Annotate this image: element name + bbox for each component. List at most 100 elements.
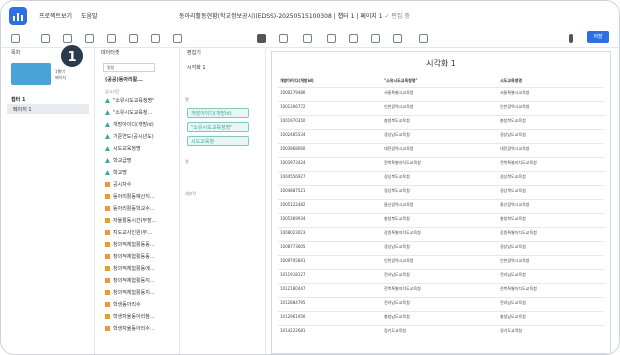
table-cell[interactable]: 전북특별자치도교육청 (384, 286, 421, 292)
field-item[interactable]: "소유시도교육청명" (105, 97, 154, 106)
table-cell[interactable]: 전라남도교육청 (500, 272, 526, 278)
table-cell[interactable]: 1001306772 (280, 104, 305, 109)
textbox-icon[interactable] (303, 34, 312, 43)
table-cell[interactable]: 1000279486 (280, 90, 305, 95)
document-title[interactable]: 동아리활동현황(학교정보공시)(EDSS)-20250515100308 (179, 13, 332, 20)
table-cell[interactable]: 충청남도교육청 (384, 314, 410, 320)
table-cell[interactable]: 충청북도교육청 (384, 216, 410, 222)
table-cell[interactable]: 전라남도교육청 (500, 300, 526, 306)
field-item[interactable]: 지도교사인원(부... (105, 229, 152, 238)
chapter-item[interactable]: 챕터 1 (11, 96, 25, 103)
table-cell[interactable]: 울산광역시교육청 (500, 202, 529, 208)
row-pill[interactable]: 시도교육청 (187, 136, 249, 146)
visualization-card[interactable]: 시각화 1 개방아이디(개방id) "소유시도교육청명" 시도교육청명 1000… (271, 51, 611, 354)
grid-icon[interactable] (349, 34, 358, 43)
table-cell[interactable]: 경상남도교육청 (384, 244, 410, 250)
table-cell[interactable]: 1004887521 (280, 188, 305, 193)
column-header[interactable]: "소유시도교육청명" (384, 78, 418, 84)
table-cell[interactable]: 대전광역시교육청 (384, 146, 413, 152)
window-icon[interactable] (419, 34, 428, 43)
table-cell[interactable]: 경상북도교육청 (500, 174, 526, 180)
field-item[interactable]: 기준연도(공시년도) (105, 133, 154, 142)
table-cell[interactable]: 전라남도교육청 (384, 272, 410, 278)
table-cell[interactable]: 인천광역시교육청 (500, 104, 529, 110)
field-item[interactable]: 학교명 (105, 169, 127, 178)
table-cell[interactable]: 1012961956 (280, 314, 305, 319)
table-cell[interactable]: 서울특별시교육청 (384, 90, 413, 96)
bar-chart-icon[interactable] (257, 34, 266, 43)
refresh-icon[interactable] (85, 34, 94, 43)
table-cell[interactable]: 경상북도교육청 (384, 188, 410, 194)
field-item[interactable]: 자율활동시간(부장... (105, 217, 157, 226)
table-cell[interactable]: 전북특별자치도교육청 (384, 160, 421, 166)
table-cell[interactable]: 인천광역시교육청 (500, 258, 529, 264)
table-cell[interactable]: 서울특별시교육청 (500, 90, 529, 96)
copy-icon[interactable] (129, 34, 138, 43)
table-cell[interactable]: 강원특별자치도교육청 (500, 230, 537, 236)
table-cell[interactable]: 1001970350 (280, 118, 305, 123)
table-cell[interactable]: 1005122482 (280, 202, 305, 207)
save-button[interactable]: 저장 (587, 31, 609, 43)
save-icon[interactable] (151, 34, 160, 43)
undo-icon[interactable] (41, 34, 50, 43)
table-cell[interactable]: 인천광역시교육청 (384, 258, 413, 264)
table-cell[interactable]: 1008023023 (280, 230, 305, 235)
field-item[interactable]: 창의적체험활동동... (105, 253, 155, 262)
field-item[interactable]: 동아리활동학교수... (105, 205, 155, 214)
menu-help[interactable]: 도움말 (81, 11, 98, 20)
column-header[interactable]: 시도교육청명 (500, 78, 522, 84)
table-cell[interactable]: 강원특별자치도교육청 (384, 230, 421, 236)
table-cell[interactable]: 울산광역시교육청 (384, 202, 413, 208)
table-cell[interactable]: 1011918127 (280, 272, 305, 277)
page-thumbnail[interactable] (11, 63, 51, 85)
field-item[interactable]: 창의적체험활동지... (105, 277, 155, 286)
field-item[interactable]: 학생자율동아리참... (105, 313, 155, 322)
field-item[interactable]: 학교급명 (105, 157, 131, 166)
table-cell[interactable]: 경기도교육청 (384, 328, 406, 334)
table-cell[interactable]: 대전광역시교육청 (500, 146, 529, 152)
field-item[interactable]: 공시차수 (105, 181, 131, 190)
field-item[interactable]: 개방아이디(개방id) (105, 121, 154, 130)
table-cell[interactable]: 1012884795 (280, 300, 305, 305)
table-cell[interactable]: 경상남도교육청 (384, 132, 410, 138)
table-cell[interactable]: 전북특별자치도교육청 (500, 286, 537, 292)
data-icon[interactable] (107, 34, 116, 43)
field-item[interactable]: 학생동아리수 (105, 301, 141, 310)
table-cell[interactable]: 경상북도교육청 (384, 174, 410, 180)
column-header[interactable]: 개방아이디(개방id) (280, 78, 314, 84)
table-cell[interactable]: 인천광역시교육청 (384, 104, 413, 110)
table-cell[interactable]: 충청남도교육청 (500, 314, 526, 320)
table-cell[interactable]: 전라남도교육청 (384, 300, 410, 306)
row-pill[interactable]: "소유시도교육청명" (187, 122, 249, 132)
text-icon[interactable] (279, 34, 288, 43)
menu-project[interactable]: 프로젝트 (39, 11, 61, 20)
field-item[interactable]: 시도교육청명 (105, 145, 141, 154)
table-icon[interactable] (173, 34, 182, 43)
table-cell[interactable]: 경상북도교육청 (500, 188, 526, 194)
table-cell[interactable]: 경상남도교육청 (500, 132, 526, 138)
table-cell[interactable]: 전북특별자치도교육청 (500, 160, 537, 166)
table-cell[interactable]: 경기도교육청 (500, 328, 522, 334)
page-item[interactable]: 페이지 1 (7, 104, 89, 114)
table-cell[interactable]: 1005369934 (280, 216, 305, 221)
layers-icon[interactable] (371, 34, 380, 43)
table-cell[interactable]: 경상남도교육청 (500, 244, 526, 250)
table-cell[interactable]: 충청북도교육청 (500, 216, 526, 222)
table-cell[interactable]: 1003973424 (280, 160, 305, 165)
home-icon[interactable] (11, 34, 20, 43)
table-cell[interactable]: 1009705841 (280, 258, 305, 263)
redo-icon[interactable] (63, 34, 72, 43)
table-cell[interactable]: 1012180447 (280, 286, 305, 291)
more-vert-icon[interactable] (569, 34, 573, 43)
table-cell[interactable]: 1008773605 (280, 244, 305, 249)
field-item[interactable]: 창의적체험활동지... (105, 289, 155, 298)
dataset-sort-select[interactable]: 명칭 (103, 63, 155, 72)
table-cell[interactable]: 1002485534 (280, 132, 305, 137)
image-icon[interactable] (327, 34, 336, 43)
field-item[interactable]: 창의적체험활동에... (105, 265, 155, 274)
table-cell[interactable]: 1014222681 (280, 328, 305, 333)
field-item[interactable]: 창의적체험활동동... (105, 241, 155, 250)
table-cell[interactable]: 충청북도교육청 (384, 118, 410, 124)
field-item[interactable]: 학생자율동아리수... (105, 325, 155, 334)
field-item[interactable]: "소유시도교육청... (105, 109, 152, 118)
